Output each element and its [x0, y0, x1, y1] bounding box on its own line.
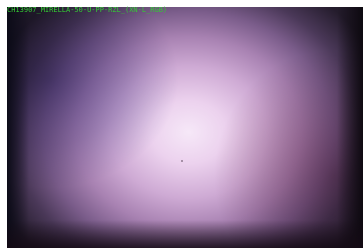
photo-tint-right: [7, 7, 363, 248]
photo: [7, 7, 363, 248]
photo-vignette-left: [7, 7, 29, 248]
image-frame: CH13907_MIRELLA-50-U-PP-RZL_(XN-L_RGB): [0, 0, 363, 248]
photo-speck: [181, 160, 183, 162]
photo-vignette-bottom: [7, 220, 363, 248]
photo-vignette-right: [337, 7, 363, 248]
image-label: CH13907_MIRELLA-50-U-PP-RZL_(XN-L_RGB): [7, 6, 168, 14]
